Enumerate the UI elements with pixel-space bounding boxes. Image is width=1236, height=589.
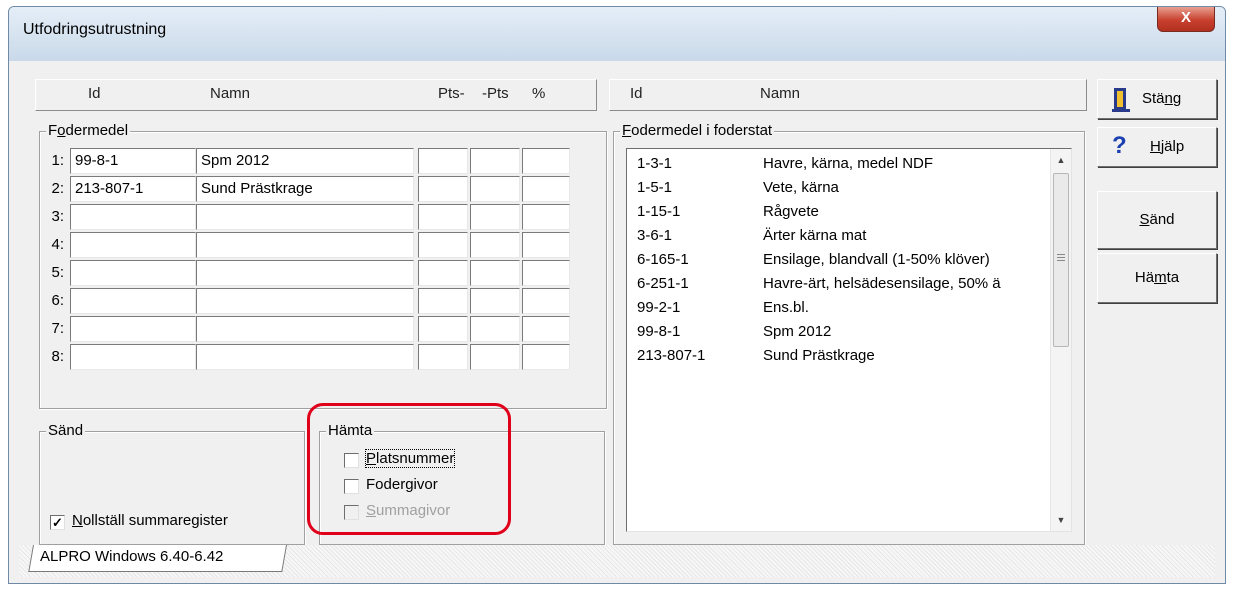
row-number: 4: — [51, 236, 64, 253]
fodermedel-id-input[interactable] — [70, 232, 196, 258]
header-id-right: Id — [630, 85, 643, 102]
percent-input[interactable] — [522, 260, 570, 286]
nollstall-label: Nollställ summaregister — [72, 512, 228, 529]
header-namn-right: Namn — [760, 85, 801, 102]
fodermedel-name-input[interactable] — [196, 344, 414, 370]
grip-line — [1057, 257, 1065, 258]
nollstall-checkbox[interactable]: ✓ — [50, 515, 65, 530]
pts-minus-input[interactable] — [418, 260, 468, 286]
pts-minus-input[interactable] — [418, 176, 468, 202]
row-number: 8: — [51, 348, 64, 365]
fodermedel-id-input[interactable] — [70, 288, 196, 314]
header-namn: Namn — [210, 85, 251, 102]
fodermedel-name-input[interactable] — [196, 288, 414, 314]
fodermedel-id-input[interactable] — [70, 344, 196, 370]
sand-group: Sänd ✓ Nollställ summaregister — [39, 422, 305, 545]
percent-input[interactable] — [522, 232, 570, 258]
fodermedel-id-input[interactable]: 99-8-1 — [70, 148, 196, 174]
fodermedel-id-input[interactable]: 213-807-1 — [70, 176, 196, 202]
hjalp-button[interactable]: ? Hjälp — [1097, 127, 1217, 167]
row-number: 7: — [51, 320, 64, 337]
minus-pts-input[interactable] — [470, 260, 520, 286]
percent-input[interactable] — [522, 316, 570, 342]
foderstat-column-header: Id Namn — [609, 79, 1087, 111]
fodermedel-name-input[interactable] — [196, 204, 414, 230]
dialog-window: Utfodringsutrustning X Id Namn Pts- -Pts… — [8, 6, 1226, 584]
question-mark-icon: ? — [1112, 132, 1127, 159]
sand-label: Sänd — [1139, 211, 1175, 228]
foderstat-group-title: Fodermedel i foderstat — [620, 122, 775, 140]
status-tab[interactable]: ALPRO Windows 6.40-6.42 — [28, 545, 288, 572]
header-percent: % — [532, 85, 546, 102]
header-id: Id — [88, 85, 101, 102]
hamta-label: Hämta — [1134, 269, 1180, 286]
fodermedel-column-header: Id Namn Pts- -Pts % — [35, 79, 597, 111]
hamta-button[interactable]: Hämta — [1097, 253, 1217, 303]
minus-pts-input[interactable] — [470, 344, 520, 370]
scroll-up-icon[interactable]: ▲ — [1051, 151, 1071, 169]
scroll-thumb[interactable] — [1053, 173, 1069, 347]
minus-pts-input[interactable] — [470, 316, 520, 342]
minus-pts-input[interactable] — [470, 204, 520, 230]
row-number: 2: — [51, 180, 64, 197]
fodermedel-name-input[interactable] — [196, 232, 414, 258]
pts-minus-input[interactable] — [418, 316, 468, 342]
status-tab-label: ALPRO Windows 6.40-6.42 — [39, 548, 224, 565]
header-pts-minus: Pts- — [438, 85, 465, 102]
percent-input[interactable] — [522, 288, 570, 314]
fodermedel-name-input[interactable] — [196, 260, 414, 286]
percent-input[interactable] — [522, 176, 570, 202]
fodermedel-id-input[interactable] — [70, 204, 196, 230]
foderstat-listbox[interactable]: 1-3-1 Havre, kärna, medel NDF 1-5-1 Vete, … — [626, 148, 1072, 532]
fodermedel-id-input[interactable] — [70, 316, 196, 342]
close-icon: X — [1180, 9, 1191, 26]
pts-minus-input[interactable] — [418, 288, 468, 314]
stang-button[interactable]: Stäng — [1097, 79, 1217, 119]
minus-pts-input[interactable] — [470, 148, 520, 174]
client-area: Id Namn Pts- -Pts % Id Namn Fodermedel 1… — [19, 65, 1217, 577]
window-title: Utfodringsutrustning — [23, 21, 167, 38]
annotation-highlight — [307, 403, 511, 535]
sand-button[interactable]: Sänd — [1097, 191, 1217, 249]
minus-pts-input[interactable] — [470, 232, 520, 258]
sand-group-title: Sänd — [46, 422, 86, 440]
pts-minus-input[interactable] — [418, 344, 468, 370]
fodermedel-group: Fodermedel 1: 99-8-1 Spm 2012 2: 213-807… — [39, 122, 607, 409]
status-bar: ALPRO Windows 6.40-6.42 — [19, 545, 1215, 577]
door-exit-icon — [1112, 88, 1130, 112]
fodermedel-id-input[interactable] — [70, 260, 196, 286]
fodermedel-name-input[interactable] — [196, 316, 414, 342]
foderstat-group: Fodermedel i foderstat 1-3-1 Havre, kärna… — [613, 122, 1085, 545]
minus-pts-input[interactable] — [470, 176, 520, 202]
fodermedel-name-input[interactable]: Spm 2012 — [196, 148, 414, 174]
grip-line — [1057, 260, 1065, 261]
fodermedel-group-title: Fodermedel — [46, 122, 131, 140]
row-number: 3: — [51, 208, 64, 225]
scroll-down-icon[interactable]: ▼ — [1051, 511, 1071, 529]
hjalp-label: Hjälp — [1150, 138, 1185, 155]
row-number: 1: — [51, 152, 64, 169]
row-number: 5: — [51, 264, 64, 281]
percent-input[interactable] — [522, 148, 570, 174]
close-button[interactable]: X — [1157, 7, 1215, 32]
title-bar[interactable]: Utfodringsutrustning X — [9, 7, 1225, 61]
percent-input[interactable] — [522, 344, 570, 370]
stang-label: Stäng — [1142, 90, 1182, 107]
list-scrollbar[interactable]: ▲ ▼ — [1050, 149, 1071, 531]
fodermedel-name-input[interactable]: Sund Prästkrage — [196, 176, 414, 202]
grip-line — [1057, 254, 1065, 255]
header-minus-pts: -Pts — [482, 85, 509, 102]
row-number: 6: — [51, 292, 64, 309]
pts-minus-input[interactable] — [418, 204, 468, 230]
percent-input[interactable] — [522, 204, 570, 230]
pts-minus-input[interactable] — [418, 148, 468, 174]
minus-pts-input[interactable] — [470, 288, 520, 314]
pts-minus-input[interactable] — [418, 232, 468, 258]
